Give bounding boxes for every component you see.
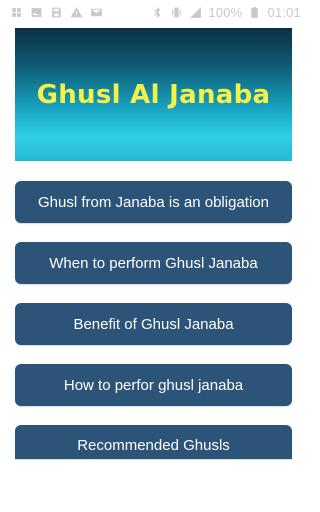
when-to-perform-button[interactable]: When to perform Ghusl Janaba	[15, 242, 292, 284]
save-icon	[50, 6, 63, 19]
app-notification-icon	[10, 6, 23, 19]
obligation-button[interactable]: Ghusl from Janaba is an obligation	[15, 181, 292, 223]
status-bar: 100% 01:01	[0, 0, 307, 24]
battery-icon	[248, 6, 261, 19]
gallery-icon	[30, 6, 43, 19]
benefit-button[interactable]: Benefit of Ghusl Janaba	[15, 303, 292, 345]
mail-icon	[90, 6, 103, 19]
banner-title: Ghusl Al Janaba	[36, 79, 271, 110]
bluetooth-icon	[151, 6, 164, 19]
how-to-perform-button[interactable]: How to perfor ghusl janaba	[15, 364, 292, 406]
warning-icon	[70, 6, 83, 19]
signal-icon	[189, 6, 202, 19]
system-icons: 100% 01:01	[151, 5, 307, 20]
vibrate-icon	[170, 6, 183, 19]
notification-icons	[0, 6, 103, 19]
recommended-ghusls-button[interactable]: Recommended Ghusls	[15, 425, 292, 459]
battery-percent: 100%	[208, 4, 243, 20]
clock: 01:01	[267, 4, 301, 20]
banner-image: Ghusl Al Janaba	[15, 28, 292, 161]
